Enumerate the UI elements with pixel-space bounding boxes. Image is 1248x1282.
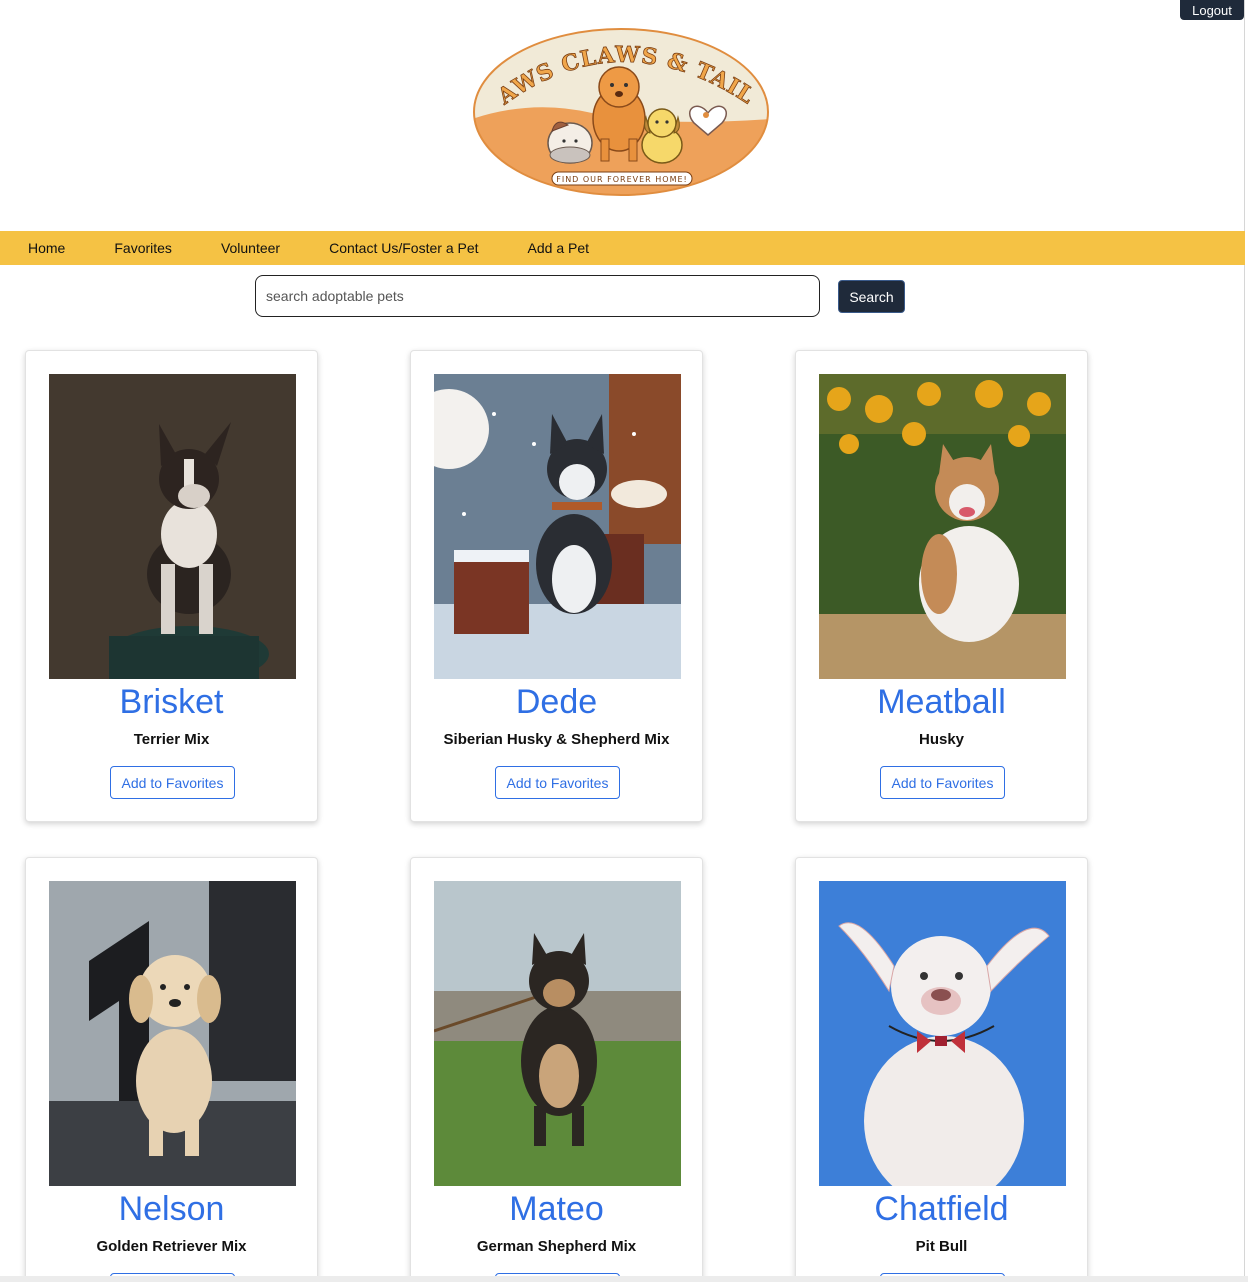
pet-card-mateo: Mateo German Shepherd Mix Add to Favorit… [410,857,703,1282]
logout-button[interactable]: Logout [1180,0,1244,20]
nav-link-favorites[interactable]: Favorites [114,240,172,256]
pet-photo-dede[interactable] [434,374,681,679]
pet-card-chatfield: Chatfield Pit Bull Add to Favorites [795,857,1088,1282]
pet-photo-meatball[interactable] [819,374,1066,679]
nav-link-contact-foster[interactable]: Contact Us/Foster a Pet [329,240,478,256]
pet-name[interactable]: Nelson [26,1190,317,1229]
pet-name[interactable]: Mateo [411,1190,702,1229]
pet-photo-chatfield[interactable] [819,881,1066,1186]
pet-name[interactable]: Brisket [26,683,317,722]
pet-photo-brisket[interactable] [49,374,296,679]
main-navbar: Home Favorites Volunteer Contact Us/Fost… [0,231,1245,265]
pet-breed: German Shepherd Mix [476,1238,637,1255]
pet-card-meatball: Meatball Husky Add to Favorites [795,350,1088,822]
pet-name[interactable]: Chatfield [796,1190,1087,1229]
pet-photo-nelson[interactable] [49,881,296,1186]
pet-breed: Pit Bull [915,1238,968,1255]
search-input[interactable] [255,275,820,317]
nav-link-volunteer[interactable]: Volunteer [221,240,280,256]
bottom-scroll-edge [0,1276,1248,1282]
pet-breed: Husky [918,731,965,748]
pet-photo-mateo[interactable] [434,881,681,1186]
add-to-favorites-button[interactable]: Add to Favorites [495,766,620,799]
logo-tagline: FIND OUR FOREVER HOME! [556,175,688,184]
search-button[interactable]: Search [838,280,905,313]
pet-card-nelson: Nelson Golden Retriever Mix Add to Favor… [25,857,318,1282]
pet-breed: Siberian Husky & Shepherd Mix [443,731,670,748]
nav-link-home[interactable]: Home [28,240,65,256]
site-logo[interactable]: PAWS CLAWS & TAILS FIND OUR FOREVER HOME… [463,7,770,197]
pet-card-dede: Dede Siberian Husky & Shepherd Mix Add t… [410,350,703,822]
pet-card-brisket: Brisket Terrier Mix Add to Favorites [25,350,318,822]
pet-breed: Terrier Mix [133,731,210,748]
pet-name[interactable]: Meatball [796,683,1087,722]
pet-name[interactable]: Dede [411,683,702,722]
add-to-favorites-button[interactable]: Add to Favorites [880,766,1005,799]
nav-link-add-pet[interactable]: Add a Pet [528,240,590,256]
add-to-favorites-button[interactable]: Add to Favorites [110,766,235,799]
pet-breed: Golden Retriever Mix [96,1238,247,1255]
logo-graphic: PAWS CLAWS & TAILS FIND OUR FOREVER HOME… [463,7,769,196]
window-edge [1244,0,1245,1282]
